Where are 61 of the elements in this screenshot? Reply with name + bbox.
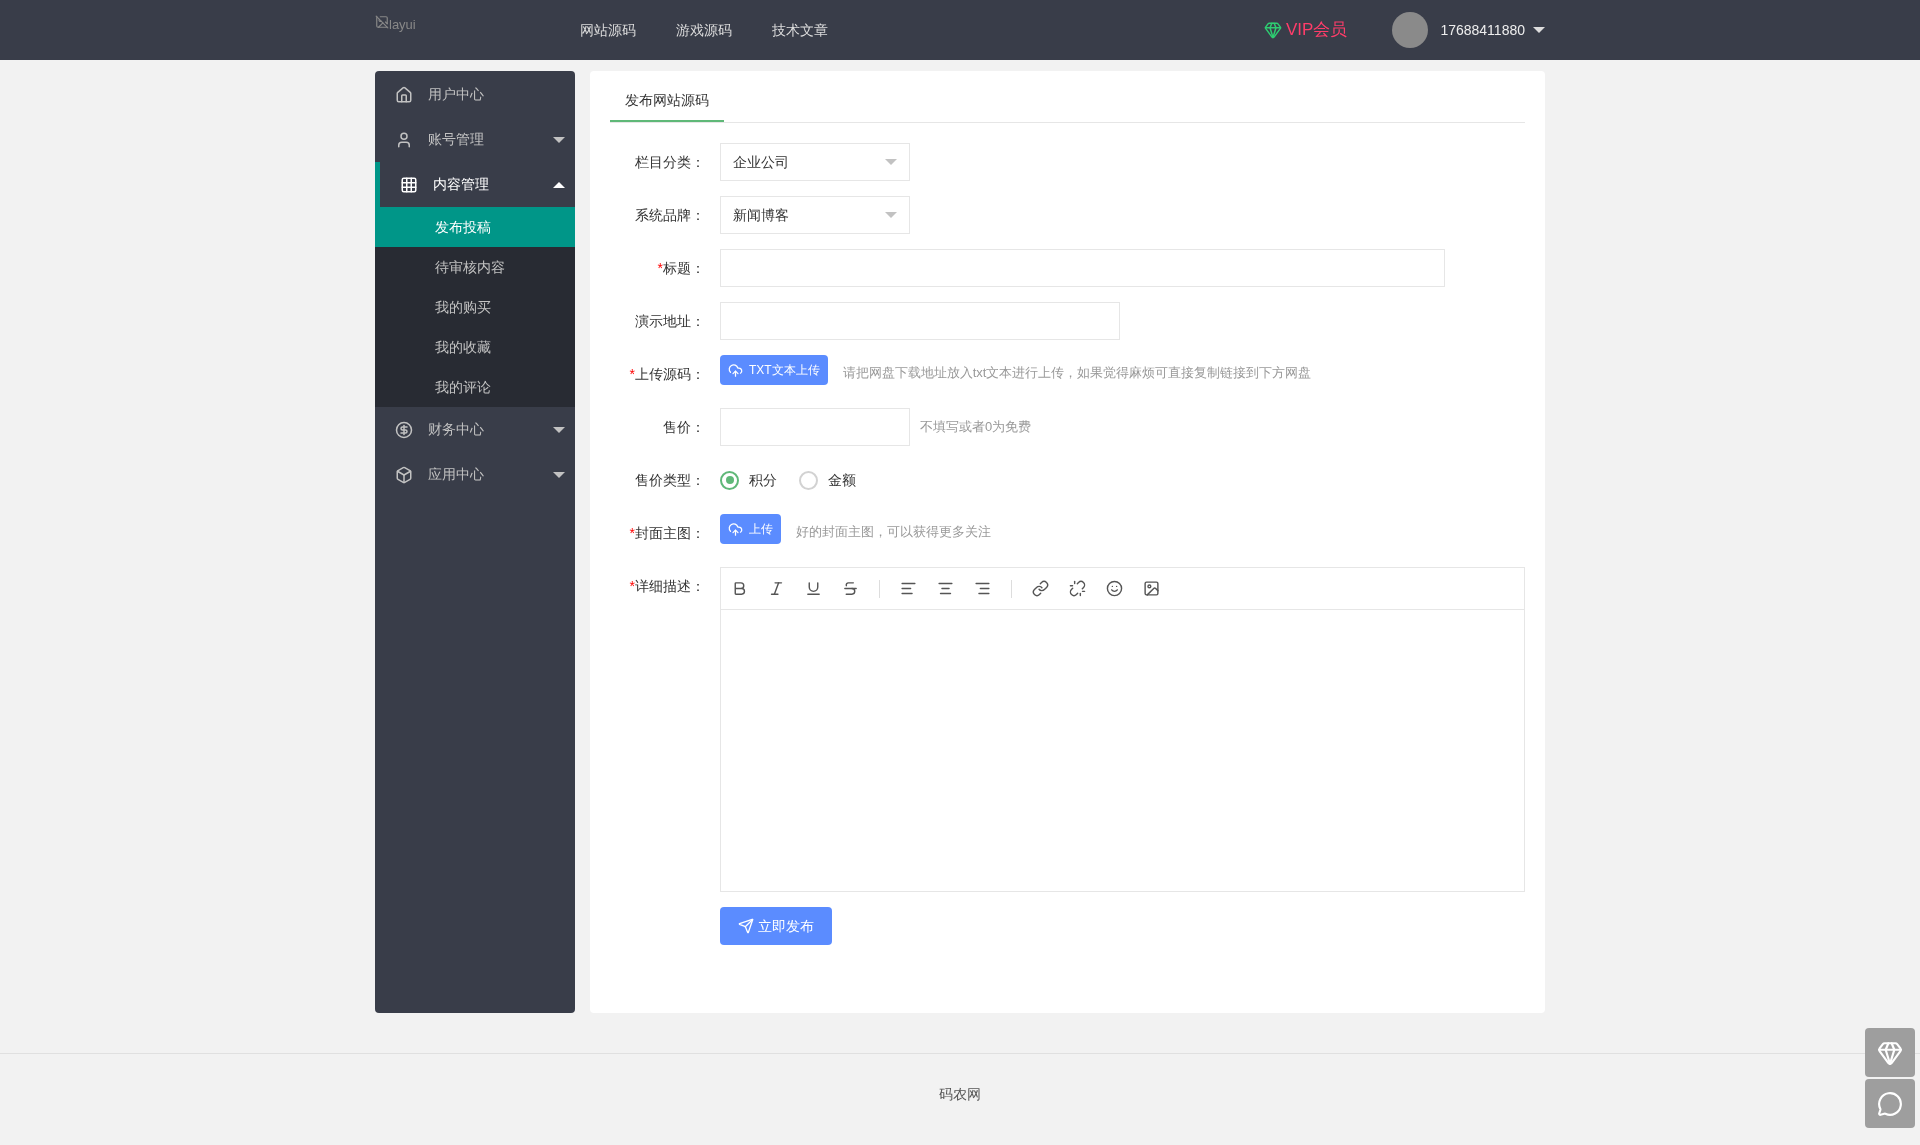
- italic-icon[interactable]: [768, 580, 785, 597]
- submenu-item[interactable]: 我的评论: [375, 367, 575, 407]
- text-input[interactable]: [720, 408, 910, 446]
- person-icon: [395, 130, 413, 149]
- vip-float-button[interactable]: [1865, 1028, 1915, 1077]
- footer-text: 码农网: [939, 1085, 981, 1104]
- house-icon: [395, 85, 413, 104]
- broken-image-icon: [375, 15, 389, 29]
- unlink-icon[interactable]: [1069, 580, 1086, 597]
- paper-plane-icon: [738, 918, 754, 934]
- submenu-item[interactable]: 我的购买: [375, 287, 575, 327]
- image-icon[interactable]: [1143, 580, 1160, 597]
- sidebar-item[interactable]: 用户中心: [375, 72, 575, 117]
- username[interactable]: 17688411880: [1440, 19, 1525, 41]
- field-label: 系统品牌：: [634, 206, 706, 225]
- gem-icon: [1877, 1039, 1903, 1066]
- strikethrough-icon[interactable]: [842, 580, 859, 597]
- tab[interactable]: 发布网站源码: [610, 81, 724, 122]
- field-label: *标题：: [656, 259, 706, 278]
- submenu-item[interactable]: 发布投稿: [375, 207, 575, 247]
- field-label: *详细描述：: [628, 577, 706, 596]
- sidebar-item[interactable]: 财务中心: [375, 407, 575, 452]
- underline-icon[interactable]: [805, 580, 822, 597]
- smiley-icon[interactable]: [1106, 580, 1123, 597]
- nav-link[interactable]: 网站源码: [580, 19, 636, 41]
- align-right-icon[interactable]: [974, 580, 991, 597]
- select-field[interactable]: 企业公司: [720, 143, 910, 181]
- align-left-icon[interactable]: [900, 580, 917, 597]
- gem-icon: [1264, 21, 1282, 39]
- field-label: *封面主图：: [628, 524, 706, 543]
- field-label: 售价类型：: [634, 471, 706, 490]
- submenu-item[interactable]: 待审核内容: [375, 247, 575, 287]
- field-label: *上传源码：: [628, 365, 706, 384]
- radio-option[interactable]: 积分: [720, 469, 777, 491]
- text-input[interactable]: [720, 302, 1120, 340]
- field-label: 演示地址：: [634, 312, 706, 331]
- caret-icon: [885, 159, 897, 165]
- text-input[interactable]: [720, 249, 1445, 287]
- avatar[interactable]: [1392, 12, 1429, 48]
- cloud-upload-icon: [728, 362, 743, 378]
- hint-text: 不填写或者0为免费: [920, 418, 1032, 437]
- select-field[interactable]: 新闻博客: [720, 196, 910, 234]
- nav-link[interactable]: 游戏源码: [676, 19, 732, 41]
- nav-link[interactable]: 技术文章: [772, 19, 828, 41]
- cube-icon: [395, 465, 413, 484]
- align-center-icon[interactable]: [937, 580, 954, 597]
- hint-text: 好的封面主图，可以获得更多关注: [796, 523, 991, 542]
- sidebar-item[interactable]: 应用中心: [375, 452, 575, 497]
- sidebar-item[interactable]: 账号管理: [375, 117, 575, 162]
- hint-text: 请把网盘下载地址放入txt文本进行上传，如果觉得麻烦可直接复制链接到下方网盘: [842, 364, 1312, 383]
- grid-icon: [400, 175, 418, 194]
- chat-icon: [1877, 1090, 1903, 1117]
- field-label: 售价：: [662, 418, 706, 437]
- cloud-upload-icon: [728, 521, 743, 537]
- field-label: 栏目分类：: [634, 153, 706, 172]
- caret-icon: [1533, 27, 1545, 33]
- caret-icon: [885, 212, 897, 218]
- link-icon[interactable]: [1032, 580, 1049, 597]
- submenu-item[interactable]: 我的收藏: [375, 327, 575, 367]
- chat-float-button[interactable]: [1865, 1079, 1915, 1128]
- radio-option[interactable]: 金额: [799, 469, 856, 491]
